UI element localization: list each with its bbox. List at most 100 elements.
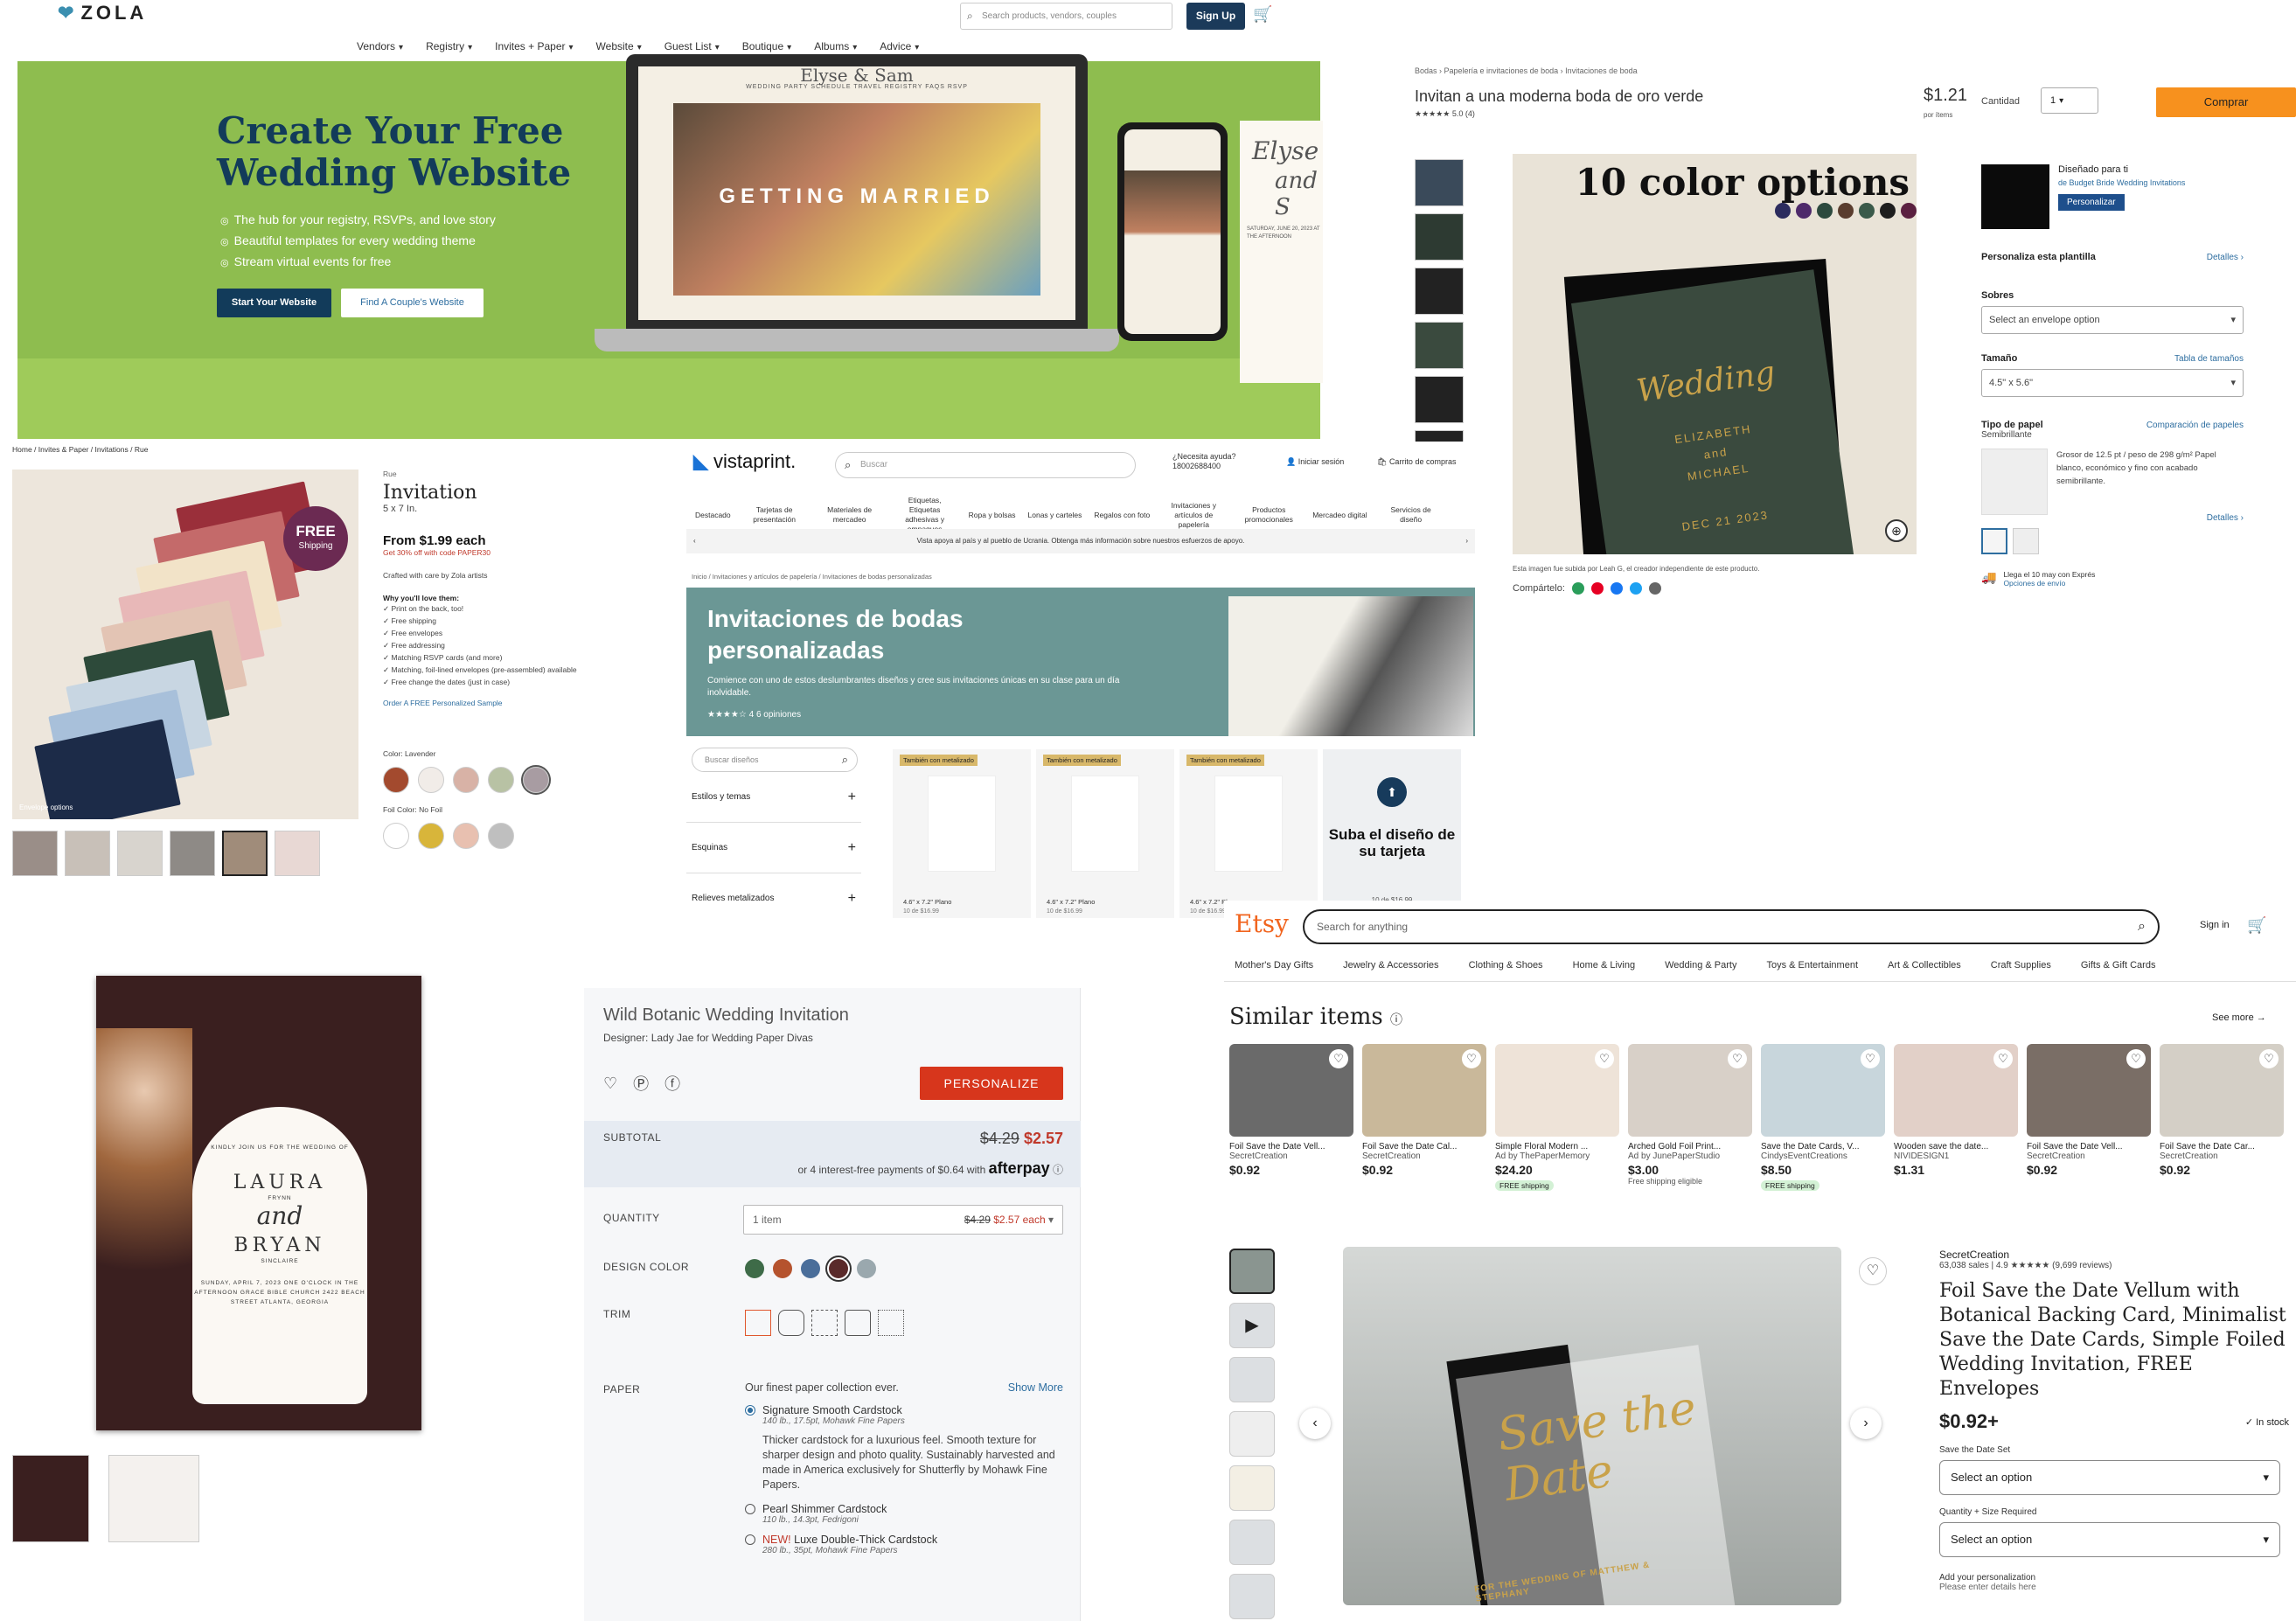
breadcrumb[interactable]: Home / Invites & Paper / Invitations / R… bbox=[12, 445, 148, 454]
thumbnail[interactable] bbox=[222, 831, 268, 876]
thumbnail[interactable] bbox=[108, 1455, 199, 1542]
design-search-input[interactable]: Buscar diseños bbox=[692, 748, 858, 772]
pinterest-icon[interactable] bbox=[1590, 582, 1604, 595]
envelope-select[interactable]: Select an envelope option bbox=[1981, 306, 2244, 334]
nav-item[interactable]: Art & Collectibles bbox=[1888, 960, 1961, 971]
search-input[interactable]: ⌕ Search products, vendors, couples bbox=[960, 3, 1172, 30]
filter-styles[interactable]: Estilos y temas + bbox=[686, 772, 861, 823]
prev-arrow-icon[interactable]: ‹ bbox=[693, 529, 696, 553]
similar-item-image[interactable] bbox=[1761, 1044, 1885, 1137]
similar-item-title[interactable]: Foil Save the Date Vell... bbox=[2027, 1142, 2151, 1151]
search-icon[interactable]: ⌕ bbox=[2138, 911, 2146, 943]
similar-item-title[interactable]: Foil Save the Date Vell... bbox=[1229, 1142, 1353, 1151]
nav-item-invites[interactable]: Invites + Paper bbox=[495, 40, 573, 52]
design-color-swatch[interactable] bbox=[829, 1259, 848, 1278]
foil-swatch[interactable] bbox=[418, 823, 444, 849]
find-couple-button[interactable]: Find A Couple's Website bbox=[341, 289, 484, 317]
zola-logo[interactable]: ❤ ZOLA bbox=[58, 2, 147, 24]
design-color-swatch[interactable] bbox=[857, 1259, 876, 1278]
shop-name[interactable]: SecretCreation bbox=[1939, 1249, 2289, 1261]
quantity-select[interactable]: 1 bbox=[2041, 87, 2098, 114]
designer-link[interactable]: de Budget Bride Wedding Invitations bbox=[2058, 178, 2185, 187]
product-image[interactable]: 10 color options Wedding ELIZABETH and M… bbox=[1513, 154, 1917, 554]
foil-swatch[interactable] bbox=[383, 823, 409, 849]
similar-item-image[interactable] bbox=[1894, 1044, 2018, 1137]
show-more-link[interactable]: Show More bbox=[1008, 1381, 1063, 1394]
color-swatch[interactable] bbox=[521, 765, 551, 795]
nav-item[interactable]: Tarjetas de presentación bbox=[743, 505, 806, 525]
paper-swatch-selected[interactable] bbox=[1981, 528, 2007, 554]
search-input[interactable]: Buscar bbox=[835, 452, 1136, 478]
next-image-button[interactable]: › bbox=[1850, 1408, 1882, 1439]
thumbnail[interactable] bbox=[1229, 1465, 1275, 1511]
color-swatch[interactable] bbox=[1817, 203, 1833, 219]
thumbnail[interactable] bbox=[12, 831, 58, 876]
details-link[interactable]: Detalles › bbox=[2207, 253, 2244, 262]
thumbnail[interactable] bbox=[12, 1455, 89, 1542]
trim-ticket[interactable] bbox=[845, 1310, 871, 1336]
color-swatch[interactable] bbox=[1796, 203, 1812, 219]
similar-item[interactable]: Foil Save the Date Cal...SecretCreation $… bbox=[1362, 1044, 1486, 1177]
personalize-button[interactable]: PERSONALIZE bbox=[920, 1067, 1063, 1100]
breadcrumb[interactable]: Inicio / Invitaciones y artículos de pap… bbox=[692, 573, 932, 581]
email-icon[interactable] bbox=[1571, 582, 1584, 595]
thumbnail[interactable] bbox=[1229, 1411, 1275, 1457]
nav-item[interactable]: Destacado bbox=[695, 511, 731, 520]
similar-item-image[interactable] bbox=[2160, 1044, 2284, 1137]
favorite-button[interactable]: ♡ bbox=[1859, 1257, 1887, 1285]
design-color-swatch[interactable] bbox=[801, 1259, 820, 1278]
nav-item-website[interactable]: Website bbox=[596, 40, 642, 52]
thumbnail[interactable] bbox=[1229, 1520, 1275, 1565]
vistaprint-logo[interactable]: ◣ vistaprint. bbox=[693, 450, 796, 473]
color-swatch[interactable] bbox=[453, 767, 479, 793]
cart-icon[interactable]: 🛒 bbox=[2247, 916, 2266, 935]
trim-scalloped[interactable] bbox=[811, 1310, 838, 1336]
similar-item-image[interactable] bbox=[1628, 1044, 1752, 1137]
sign-up-button[interactable]: Sign Up bbox=[1186, 3, 1245, 30]
similar-item[interactable]: Save the Date Cards, V...CindysEventCrea… bbox=[1761, 1044, 1885, 1193]
thumbnail[interactable] bbox=[65, 831, 110, 876]
size-select[interactable]: 4.5" x 5.6" bbox=[1981, 369, 2244, 397]
size-chart-link[interactable]: Tabla de tamaños bbox=[2174, 354, 2244, 364]
breadcrumb[interactable]: Bodas › Papelería e invitaciones de boda… bbox=[1415, 66, 1638, 75]
nav-item[interactable]: Clothing & Shoes bbox=[1469, 960, 1543, 971]
product-card[interactable]: También con metalizado 4.6" x 7.2" Plano 1… bbox=[1179, 749, 1318, 918]
trim-rounded[interactable] bbox=[778, 1310, 804, 1336]
nav-item-albums[interactable]: Albums bbox=[814, 40, 857, 52]
design-color-swatch[interactable] bbox=[745, 1259, 764, 1278]
nav-item[interactable]: Regalos con foto bbox=[1094, 511, 1150, 520]
nav-item-boutique[interactable]: Boutique bbox=[742, 40, 791, 52]
similar-item-title[interactable]: Foil Save the Date Car... bbox=[2160, 1142, 2284, 1151]
color-swatch[interactable] bbox=[488, 767, 514, 793]
nav-item[interactable]: Servicios de diseño bbox=[1380, 505, 1443, 525]
similar-item-title[interactable]: Foil Save the Date Cal... bbox=[1362, 1142, 1486, 1151]
product-card[interactable]: También con metalizado 4.6" x 7.2" Plano 1… bbox=[893, 749, 1031, 918]
similar-item-title[interactable]: Simple Floral Modern ... bbox=[1495, 1142, 1619, 1151]
trim-square[interactable] bbox=[745, 1310, 771, 1336]
nav-item-registry[interactable]: Registry bbox=[426, 40, 472, 52]
invitation-image[interactable]: KINDLY JOIN US FOR THE WEDDING OF LAURA … bbox=[96, 976, 421, 1430]
color-swatch[interactable] bbox=[1838, 203, 1854, 219]
similar-item[interactable]: Simple Floral Modern ...Ad by ThePaperMe… bbox=[1495, 1044, 1619, 1193]
trim-deco[interactable] bbox=[878, 1310, 904, 1336]
thumbnail[interactable] bbox=[117, 831, 163, 876]
personalize-button[interactable]: Personalizar bbox=[2058, 194, 2125, 211]
nav-item-advice[interactable]: Advice bbox=[880, 40, 919, 52]
info-icon[interactable]: ⓘ bbox=[1390, 1013, 1402, 1027]
similar-item-title[interactable]: Wooden save the date... bbox=[1894, 1142, 2018, 1151]
option-select-set[interactable]: Select an option bbox=[1939, 1460, 2280, 1495]
paper-compare-link[interactable]: Comparación de papeles bbox=[2146, 421, 2244, 430]
similar-item[interactable]: Foil Save the Date Vell...SecretCreation… bbox=[2027, 1044, 2151, 1177]
pinterest-icon[interactable]: Ⓟ bbox=[633, 1072, 649, 1095]
nav-item-vendors[interactable]: Vendors bbox=[357, 40, 403, 52]
nav-item[interactable]: Home & Living bbox=[1573, 960, 1636, 971]
similar-item-image[interactable] bbox=[1362, 1044, 1486, 1137]
nav-item[interactable]: Ropa y bolsas bbox=[969, 511, 1016, 520]
similar-item[interactable]: Foil Save the Date Car...SecretCreation $… bbox=[2160, 1044, 2284, 1177]
thumbnail[interactable] bbox=[1229, 1574, 1275, 1619]
similar-item[interactable]: Arched Gold Foil Print...Ad by JunePaper… bbox=[1628, 1044, 1752, 1186]
prev-image-button[interactable]: ‹ bbox=[1299, 1408, 1331, 1439]
filter-foil[interactable]: Relieves metalizados + bbox=[686, 873, 861, 918]
cart-icon[interactable]: 🛒 bbox=[1253, 5, 1272, 24]
cart-link[interactable]: 🛍 Carrito de compras bbox=[1377, 457, 1456, 467]
